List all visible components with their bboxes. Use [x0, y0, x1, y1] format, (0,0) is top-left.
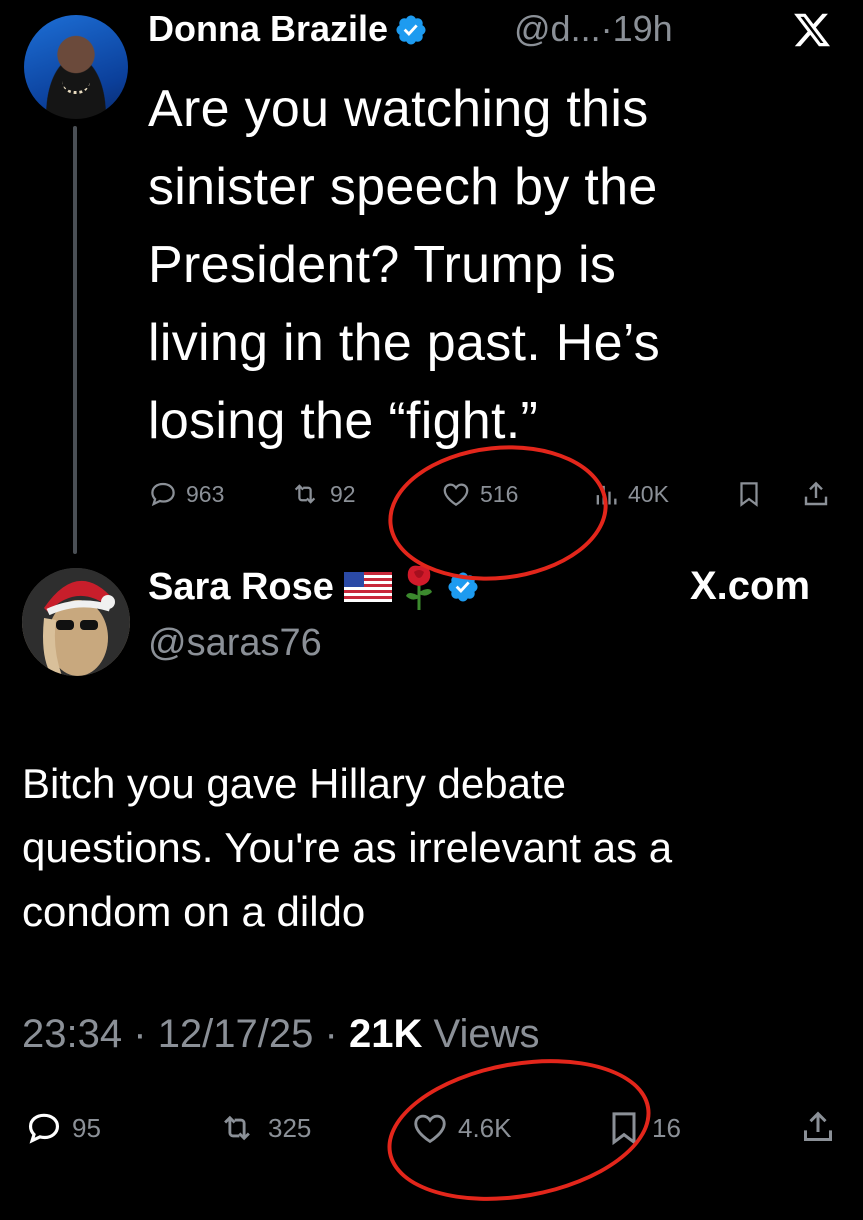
reply-views-count: 21K	[348, 1012, 423, 1056]
share-icon[interactable]	[798, 1106, 838, 1148]
parent-separator: ·	[600, 8, 613, 49]
rose-icon	[405, 565, 432, 610]
bookmark-icon[interactable]	[734, 478, 764, 510]
parent-repost-count: 92	[330, 480, 356, 507]
reply-repost-count: 325	[268, 1112, 312, 1143]
parent-handle: @d...	[514, 8, 601, 49]
reply-author-name[interactable]: Sara Rose	[148, 564, 480, 610]
heart-icon	[414, 1114, 446, 1144]
reply-display-name: Sara Rose	[148, 565, 334, 608]
thread-line	[73, 126, 77, 554]
parent-reply-count: 963	[186, 480, 225, 507]
us-flag-icon	[343, 572, 392, 602]
parent-like-button[interactable]: 516	[440, 476, 518, 512]
share-icon[interactable]	[800, 478, 832, 510]
reply-like-button[interactable]: 4.6K	[410, 1108, 512, 1148]
reply-handle[interactable]: @saras76	[148, 622, 322, 665]
reply-separator: ·	[133, 1012, 147, 1056]
parent-display-name: Donna Brazile	[148, 8, 389, 49]
x-logo-icon[interactable]	[792, 10, 832, 50]
reply-bookmark-button[interactable]: 16	[604, 1108, 681, 1148]
x-com-watermark: X.com	[690, 564, 811, 608]
reply-reply-button[interactable]: 95	[24, 1108, 101, 1148]
reply-tweet-text: Bitch you gave Hillary debate questions.…	[22, 760, 673, 935]
reply-separator-2: ·	[324, 1012, 338, 1056]
reply-date[interactable]: 12/17/25	[158, 1012, 314, 1056]
reply-icon	[151, 482, 175, 507]
reply-views-label: Views	[433, 1012, 540, 1056]
reply-meta: 23:34 · 12/17/25 · 21K Views	[22, 1012, 539, 1057]
reply-bookmark-count: 16	[652, 1112, 681, 1143]
reply-reply-count: 95	[72, 1112, 101, 1143]
parent-views-count: 40K	[628, 480, 669, 507]
parent-like-count: 516	[480, 480, 519, 507]
avatar-donna-brazile[interactable]	[24, 15, 128, 119]
parent-time: 19h	[612, 8, 673, 49]
heart-icon	[443, 483, 469, 506]
avatar-photo	[22, 568, 130, 676]
repost-icon	[224, 1115, 250, 1141]
verified-badge-icon	[396, 15, 426, 45]
parent-author-name[interactable]: Donna Brazile	[148, 8, 428, 50]
parent-repost-button[interactable]: 92	[288, 476, 356, 512]
parent-handle-time[interactable]: @d...·19h	[514, 8, 673, 50]
reply-like-count: 4.6K	[458, 1112, 512, 1143]
parent-views-button[interactable]: 40K	[592, 476, 669, 512]
reply-repost-button[interactable]: 325	[214, 1108, 311, 1148]
verified-badge-icon	[448, 572, 478, 602]
avatar-sara-rose[interactable]	[22, 568, 130, 676]
reply-time[interactable]: 23:34	[22, 1012, 122, 1056]
bookmark-icon	[612, 1112, 636, 1146]
views-icon	[596, 485, 617, 505]
parent-reply-button[interactable]: 963	[148, 476, 224, 512]
reply-icon	[28, 1113, 60, 1144]
repost-icon	[294, 484, 316, 504]
parent-tweet-text: Are you watching this sinister speech by…	[148, 80, 661, 450]
